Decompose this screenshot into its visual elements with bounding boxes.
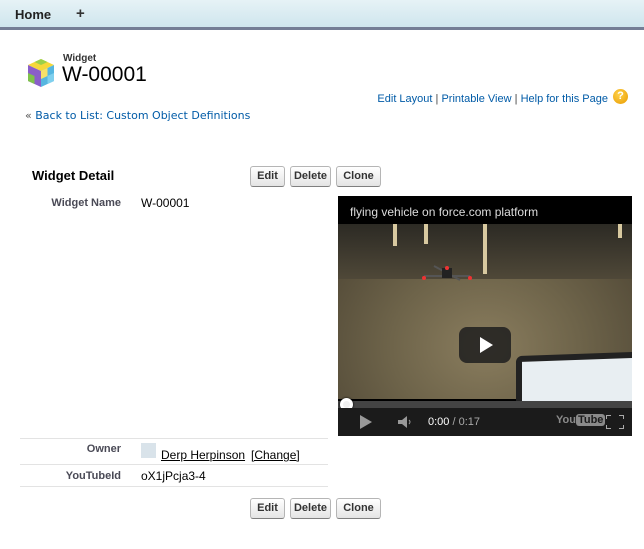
drone-image [422, 265, 472, 281]
edit-button-bottom[interactable]: Edit [250, 498, 285, 519]
volume-icon[interactable] [398, 416, 414, 428]
video-controls: 0:00 / 0:17 You Tube [338, 408, 632, 436]
row-divider [20, 438, 328, 439]
delete-button-bottom[interactable]: Delete [290, 498, 331, 519]
plus-icon[interactable]: + [76, 5, 85, 22]
video-scene-pole [393, 224, 397, 246]
back-chevron-icon: « [25, 109, 32, 122]
link-separator: | [435, 93, 439, 105]
field-label-widget-name: Widget Name [51, 197, 121, 209]
video-frame[interactable] [338, 224, 632, 417]
field-label-owner: Owner [86, 443, 121, 455]
tab-home[interactable]: Home [15, 7, 51, 22]
page-links: Edit Layout | Printable View | Help for … [377, 93, 608, 105]
edit-layout-link[interactable]: Edit Layout [377, 93, 432, 105]
page-title: W-00001 [62, 63, 147, 86]
delete-button[interactable]: Delete [290, 166, 331, 187]
play-overlay-button[interactable] [459, 327, 511, 363]
youtube-logo-icon[interactable]: You Tube [556, 414, 606, 426]
printable-view-link[interactable]: Printable View [441, 93, 511, 105]
play-icon[interactable] [360, 415, 372, 429]
clone-button[interactable]: Clone [336, 166, 381, 187]
help-link[interactable]: Help for this Page [521, 93, 608, 105]
user-avatar-icon [141, 443, 156, 458]
field-value-widget-name: W-00001 [141, 196, 190, 210]
video-duration: / 0:17 [452, 416, 481, 428]
row-divider [20, 464, 328, 465]
breadcrumb: « Back to List: Custom Object Definition… [25, 109, 250, 122]
youtube-video-player[interactable]: flying vehicle on force.com platform 0:0… [338, 196, 632, 436]
video-scene-pole [618, 224, 622, 238]
tab-bar: Home + [0, 0, 644, 30]
edit-button[interactable]: Edit [250, 166, 285, 187]
video-time: 0:00 / 0:17 [428, 416, 480, 428]
change-owner-link[interactable]: [Change] [251, 448, 300, 462]
help-icon[interactable]: ? [613, 89, 628, 104]
section-title: Widget Detail [32, 168, 115, 183]
field-value-youtube-id: oX1jPcja3-4 [141, 469, 206, 483]
owner-link[interactable]: Derp Herpinson [161, 448, 245, 462]
current-time: 0:00 [428, 416, 450, 428]
custom-object-cube-icon [28, 59, 54, 87]
clone-button-bottom[interactable]: Clone [336, 498, 381, 519]
fullscreen-icon[interactable] [606, 415, 624, 429]
video-scene-pole [424, 224, 428, 244]
video-progress-bar[interactable] [338, 401, 632, 408]
video-title[interactable]: flying vehicle on force.com platform [350, 205, 538, 219]
video-scene-pole [483, 224, 487, 274]
back-to-list-link[interactable]: Back to List: Custom Object Definitions [35, 109, 250, 122]
field-label-youtube-id: YouTubeId [65, 470, 121, 482]
row-divider [20, 486, 328, 487]
link-separator: | [514, 93, 518, 105]
